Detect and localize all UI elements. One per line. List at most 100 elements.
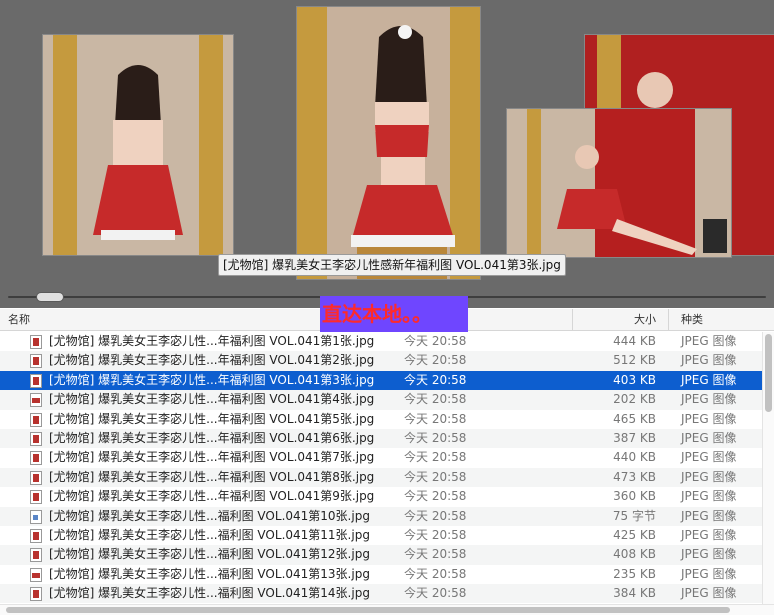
file-row[interactable]: [尤物馆] 爆乳美女王李宓儿性...年福利图 VOL.041第5张.jpg 今天 … — [0, 410, 762, 429]
photo-portrait-icon — [30, 373, 42, 388]
file-date: 今天 20:58 — [404, 450, 467, 465]
file-name: [尤物馆] 爆乳美女王李宓儿性...年福利图 VOL.041第5张.jpg — [49, 411, 375, 426]
file-kind: JPEG 图像 — [681, 547, 737, 562]
file-kind: JPEG 图像 — [681, 334, 737, 348]
file-name: [尤物馆] 爆乳美女王李宓儿性...福利图 VOL.041第14张.jpg — [49, 586, 370, 601]
photo-thumbnail — [297, 7, 480, 279]
file-name: [尤物馆] 爆乳美女王李宓儿性...年福利图 VOL.041第8张.jpg — [49, 469, 375, 484]
file-date: 今天 20:58 — [404, 430, 467, 445]
file-row[interactable]: [尤物馆] 爆乳美女王李宓儿性...年福利图 VOL.041第1张.jpg 今天 … — [0, 332, 762, 351]
cover-image-current[interactable] — [296, 6, 481, 280]
file-row[interactable]: [尤物馆] 爆乳美女王李宓儿性...福利图 VOL.041第14张.jpg 今天 … — [0, 584, 762, 604]
file-kind: JPEG 图像 — [681, 411, 737, 426]
cover-flow-view[interactable]: [尤物馆] 爆乳美女王李宓儿性感新年福利图 VOL.041第3张.jpg — [0, 0, 774, 308]
file-name: [尤物馆] 爆乳美女王李宓儿性...福利图 VOL.041第10张.jpg — [49, 508, 370, 523]
file-size: 440 KB — [613, 450, 656, 465]
file-row[interactable]: [尤物馆] 爆乳美女王李宓儿性...年福利图 VOL.041第8张.jpg 今天 … — [0, 467, 762, 488]
file-size: 360 KB — [613, 489, 656, 504]
photo-landscape-icon — [30, 567, 42, 582]
column-header-name[interactable]: 名称 — [8, 309, 30, 330]
file-list: [尤物馆] 爆乳美女王李宓儿性...年福利图 VOL.041第1张.jpg 今天 … — [0, 332, 762, 604]
file-name: [尤物馆] 爆乳美女王李宓儿性...福利图 VOL.041第12张.jpg — [49, 547, 370, 562]
file-kind: JPEG 图像 — [681, 586, 737, 601]
file-name: [尤物馆] 爆乳美女王李宓儿性...年福利图 VOL.041第2张.jpg — [49, 353, 375, 368]
file-kind: JPEG 图像 — [681, 469, 737, 484]
file-kind: JPEG 图像 — [681, 508, 737, 523]
cover-image-landscape[interactable] — [506, 108, 732, 258]
file-row[interactable]: [尤物馆] 爆乳美女王李宓儿性...福利图 VOL.041第12张.jpg 今天 … — [0, 545, 762, 565]
horizontal-scrollbar[interactable] — [0, 604, 774, 615]
file-size: 408 KB — [613, 547, 656, 562]
file-size: 75 字节 — [612, 508, 656, 523]
overlay-banner: 直达本地。。 — [320, 296, 468, 332]
file-row[interactable]: [尤物馆] 爆乳美女王李宓儿性...年福利图 VOL.041第7张.jpg 今天 … — [0, 448, 762, 467]
file-size: 403 KB — [613, 372, 656, 387]
file-date: 今天 20:58 — [404, 372, 467, 387]
file-name: [尤物馆] 爆乳美女王李宓儿性...年福利图 VOL.041第1张.jpg — [49, 334, 375, 348]
file-date: 今天 20:58 — [404, 392, 467, 407]
file-date: 今天 20:58 — [404, 469, 467, 484]
file-date: 今天 20:58 — [404, 508, 467, 523]
file-kind: JPEG 图像 — [681, 566, 737, 581]
file-name: [尤物馆] 爆乳美女王李宓儿性...年福利图 VOL.041第4张.jpg — [49, 392, 375, 407]
column-header-kind[interactable]: 种类 — [668, 309, 768, 330]
file-kind: JPEG 图像 — [681, 527, 737, 542]
file-row[interactable]: [尤物馆] 爆乳美女王李宓儿性...年福利图 VOL.041第6张.jpg 今天 … — [0, 428, 762, 449]
cover-caption: [尤物馆] 爆乳美女王李宓儿性感新年福利图 VOL.041第3张.jpg — [218, 254, 566, 276]
horizontal-scroll-thumb[interactable] — [6, 607, 730, 613]
file-size: 235 KB — [613, 566, 656, 581]
file-row[interactable]: [尤物馆] 爆乳美女王李宓儿性...福利图 VOL.041第10张.jpg 今天 … — [0, 506, 762, 526]
file-date: 今天 20:58 — [404, 586, 467, 601]
file-row[interactable]: [尤物馆] 爆乳美女王李宓儿性...年福利图 VOL.041第2张.jpg 今天 … — [0, 351, 762, 371]
photo-landscape-icon — [30, 393, 42, 408]
file-kind: JPEG 图像 — [681, 489, 737, 504]
file-size: 384 KB — [613, 586, 656, 601]
file-row[interactable]: [尤物馆] 爆乳美女王李宓儿性...年福利图 VOL.041第4张.jpg 今天 … — [0, 390, 762, 410]
file-size: 465 KB — [613, 411, 656, 426]
photo-thumbnail — [507, 109, 731, 257]
column-header-size[interactable]: 大小 — [572, 309, 668, 330]
cover-image-previous[interactable] — [42, 34, 234, 256]
file-date: 今天 20:58 — [404, 334, 467, 348]
file-date: 今天 20:58 — [404, 527, 467, 542]
file-size: 425 KB — [613, 527, 656, 542]
photo-portrait-icon — [30, 451, 42, 466]
file-date: 今天 20:58 — [404, 353, 467, 368]
photo-portrait-icon — [30, 431, 42, 446]
photo-portrait-icon — [30, 335, 42, 349]
file-date: 今天 20:58 — [404, 566, 467, 581]
file-size: 387 KB — [613, 430, 656, 445]
vertical-scrollbar[interactable] — [762, 332, 774, 604]
file-size: 444 KB — [613, 334, 656, 348]
file-row[interactable]: [尤物馆] 爆乳美女王李宓儿性...福利图 VOL.041第11张.jpg 今天 … — [0, 526, 762, 545]
cover-flow-scroll-knob[interactable] — [37, 293, 63, 301]
file-row[interactable]: [尤物馆] 爆乳美女王李宓儿性...年福利图 VOL.041第3张.jpg 今天 … — [0, 370, 762, 391]
photo-thumbnail — [43, 35, 233, 255]
photo-portrait-icon — [30, 470, 42, 485]
photo-portrait-icon — [30, 528, 42, 543]
file-kind: JPEG 图像 — [681, 392, 737, 407]
photo-portrait-icon — [30, 354, 42, 369]
file-name: [尤物馆] 爆乳美女王李宓儿性...年福利图 VOL.041第6张.jpg — [49, 430, 375, 445]
file-row[interactable]: [尤物馆] 爆乳美女王李宓儿性...年福利图 VOL.041第9张.jpg 今天 … — [0, 487, 762, 506]
file-date: 今天 20:58 — [404, 411, 467, 426]
file-size: 512 KB — [613, 353, 656, 368]
file-row[interactable]: [尤物馆] 爆乳美女王李宓儿性...福利图 VOL.041第13张.jpg 今天 … — [0, 565, 762, 584]
file-kind: JPEG 图像 — [681, 353, 737, 368]
file-name: [尤物馆] 爆乳美女王李宓儿性...福利图 VOL.041第11张.jpg — [49, 527, 370, 542]
file-name: [尤物馆] 爆乳美女王李宓儿性...福利图 VOL.041第13张.jpg — [49, 566, 370, 581]
file-name: [尤物馆] 爆乳美女王李宓儿性...年福利图 VOL.041第9张.jpg — [49, 489, 375, 504]
file-name: [尤物馆] 爆乳美女王李宓儿性...年福利图 VOL.041第7张.jpg — [49, 450, 375, 465]
photo-portrait-icon — [30, 412, 42, 427]
photo-portrait-icon — [30, 587, 42, 602]
document-icon — [30, 509, 42, 524]
photo-portrait-icon — [30, 548, 42, 563]
file-kind: JPEG 图像 — [681, 430, 737, 445]
file-size: 202 KB — [613, 392, 656, 407]
file-kind: JPEG 图像 — [681, 450, 737, 465]
file-kind: JPEG 图像 — [681, 372, 737, 387]
file-name: [尤物馆] 爆乳美女王李宓儿性...年福利图 VOL.041第3张.jpg — [49, 372, 375, 387]
file-date: 今天 20:58 — [404, 489, 467, 504]
file-size: 473 KB — [613, 469, 656, 484]
vertical-scroll-thumb[interactable] — [765, 334, 772, 412]
